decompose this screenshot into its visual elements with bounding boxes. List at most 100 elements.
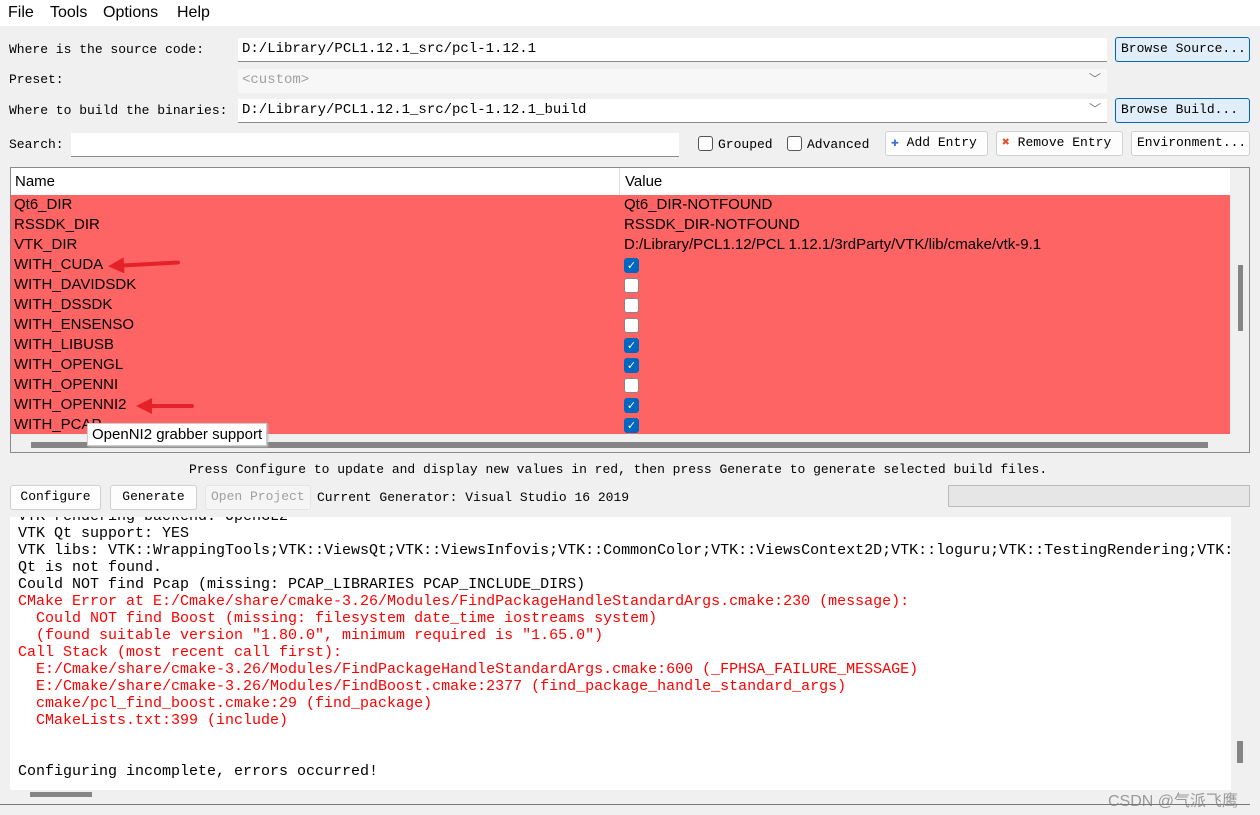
tooltip: OpenNI2 grabber support: [87, 423, 268, 446]
source-input[interactable]: D:/Library/PCL1.12.1_src/pcl-1.12.1: [238, 38, 1107, 62]
browse-source-button[interactable]: Browse Source...: [1115, 37, 1250, 62]
watermark: CSDN @气派飞鹰: [1108, 793, 1239, 810]
menu-bar: File Tools Options Help: [0, 0, 1260, 26]
column-name[interactable]: Name: [15, 173, 55, 190]
add-entry-label: Add Entry: [906, 135, 977, 150]
value-checkbox[interactable]: [624, 278, 639, 293]
log-line: Could NOT find Pcap (missing: PCAP_LIBRA…: [18, 576, 586, 593]
table-body: Qt6_DIR Qt6_DIR-NOTFOUND RSSDK_DIR RSSDK_DI…: [11, 195, 1230, 434]
browse-build-button[interactable]: Browse Build...: [1115, 98, 1250, 123]
chevron-down-icon: ﹀: [1088, 72, 1101, 86]
menu-options[interactable]: Options: [103, 4, 158, 22]
table-row[interactable]: Qt6_DIR Qt6_DIR-NOTFOUND: [11, 195, 1230, 215]
output-log: VTK rendering backend: OpenGL2VTK Qt sup…: [10, 517, 1231, 790]
hint-text: Press Configure to update and display ne…: [189, 462, 1048, 477]
column-value[interactable]: Value: [625, 173, 662, 190]
row-value[interactable]: RSSDK_DIR-NOTFOUND: [624, 216, 800, 233]
log-line: VTK rendering backend: OpenGL2: [14, 517, 1231, 525]
row-name: WITH_DAVIDSDK: [14, 276, 137, 293]
preset-label: Preset:: [9, 72, 64, 87]
log-line: VTK libs: VTK::WrappingTools;VTK::ViewsQ…: [18, 542, 1231, 559]
table-row[interactable]: WITH_DSSDK: [11, 295, 1230, 315]
row-name: Qt6_DIR: [14, 196, 73, 213]
row-name: VTK_DIR: [14, 236, 78, 253]
table-row[interactable]: WITH_DAVIDSDK: [11, 275, 1230, 295]
row-name: WITH_OPENNI: [14, 376, 119, 393]
row-name: RSSDK_DIR: [14, 216, 100, 233]
remove-entry-label: Remove Entry: [1017, 135, 1112, 150]
grouped-checkbox[interactable]: Grouped: [698, 136, 773, 152]
row-value[interactable]: D:/Library/PCL1.12/PCL 1.12.1/3rdParty/V…: [624, 236, 1041, 253]
table-row[interactable]: VTK_DIR D:/Library/PCL1.12/PCL 1.12.1/3rd…: [11, 235, 1230, 255]
preset-select[interactable]: <custom> ﹀: [238, 69, 1107, 93]
generator-label: Current Generator: Visual Studio 16 2019: [317, 490, 630, 505]
row-name: WITH_ENSENSO: [14, 316, 135, 333]
build-value: D:/Library/PCL1.12.1_src/pcl-1.12.1_buil…: [242, 102, 587, 118]
search-label: Search:: [9, 137, 64, 152]
value-checkbox[interactable]: ✓: [624, 358, 639, 373]
environment-button[interactable]: Environment...: [1131, 131, 1250, 156]
log-line: Could NOT find Boost (missing: filesyste…: [18, 610, 658, 627]
advanced-checkbox[interactable]: Advanced: [787, 136, 869, 152]
table-row[interactable]: WITH_OPENGL ✓: [11, 355, 1230, 375]
log-line: E:/Cmake/share/cmake-3.26/Modules/FindBo…: [18, 678, 847, 695]
row-name: WITH_CUDA: [14, 256, 104, 273]
preset-value: <custom>: [242, 72, 310, 88]
cache-table: Name Value Qt6_DIR Qt6_DIR-NOTFOUND RSSDK_…: [10, 167, 1250, 453]
log-line: Call Stack (most recent call first):: [18, 644, 343, 661]
row-name: WITH_OPENNI2: [14, 396, 127, 413]
menu-help[interactable]: Help: [177, 4, 210, 22]
plus-icon: ✚: [891, 135, 899, 150]
value-checkbox[interactable]: ✓: [624, 258, 639, 273]
checkbox-icon: [787, 136, 802, 151]
checkbox-icon: [698, 136, 713, 151]
x-icon: ✖: [1002, 135, 1010, 150]
configure-button[interactable]: Configure: [10, 485, 101, 510]
log-vertical-scrollbar[interactable]: [1237, 741, 1243, 763]
open-project-button[interactable]: Open Project: [205, 485, 311, 510]
add-entry-button[interactable]: ✚ Add Entry: [885, 131, 988, 156]
table-row[interactable]: WITH_LIBUSB ✓: [11, 335, 1230, 355]
grouped-label: Grouped: [718, 137, 773, 152]
progress-bar: [948, 485, 1250, 507]
table-row[interactable]: RSSDK_DIR RSSDK_DIR-NOTFOUND: [11, 215, 1230, 235]
column-divider: [619, 168, 620, 195]
value-checkbox[interactable]: ✓: [624, 418, 639, 433]
table-row[interactable]: WITH_OPENNI: [11, 375, 1230, 395]
value-checkbox[interactable]: ✓: [624, 398, 639, 413]
log-line: (found suitable version "1.80.0", minimu…: [18, 627, 604, 644]
advanced-label: Advanced: [807, 137, 870, 152]
table-header: Name Value: [11, 168, 1230, 195]
value-checkbox[interactable]: [624, 298, 639, 313]
value-checkbox[interactable]: ✓: [624, 338, 639, 353]
row-name: WITH_DSSDK: [14, 296, 113, 313]
chevron-down-icon: ﹀: [1088, 102, 1101, 116]
divider: [0, 804, 1250, 805]
build-select[interactable]: D:/Library/PCL1.12.1_src/pcl-1.12.1_buil…: [238, 99, 1107, 123]
remove-entry-button[interactable]: ✖ Remove Entry: [996, 131, 1123, 156]
log-horizontal-scrollbar[interactable]: [30, 792, 92, 797]
table-row[interactable]: WITH_ENSENSO: [11, 315, 1230, 335]
row-name: WITH_LIBUSB: [14, 336, 115, 353]
value-checkbox[interactable]: [624, 378, 639, 393]
log-line: Qt is not found.: [18, 559, 163, 576]
search-input[interactable]: [71, 133, 679, 157]
value-checkbox[interactable]: [624, 318, 639, 333]
log-line: CMake Error at E:/Cmake/share/cmake-3.26…: [18, 593, 910, 610]
row-name: WITH_OPENGL: [14, 356, 124, 373]
menu-tools[interactable]: Tools: [50, 4, 87, 22]
log-line: E:/Cmake/share/cmake-3.26/Modules/FindPa…: [18, 661, 919, 678]
source-label: Where is the source code:: [9, 42, 205, 57]
build-label: Where to build the binaries:: [9, 103, 228, 118]
log-line: Configuring incomplete, errors occurred!: [18, 763, 379, 780]
log-line: VTK Qt support: YES: [18, 525, 190, 542]
menu-file[interactable]: File: [8, 4, 34, 22]
vertical-scrollbar[interactable]: [1238, 265, 1243, 331]
row-value[interactable]: Qt6_DIR-NOTFOUND: [624, 196, 772, 213]
log-line: CMakeLists.txt:399 (include): [18, 712, 289, 729]
table-row[interactable]: WITH_CUDA ✓: [11, 255, 1230, 275]
generate-button[interactable]: Generate: [110, 485, 197, 510]
log-line: cmake/pcl_find_boost.cmake:29 (find_pack…: [18, 695, 433, 712]
